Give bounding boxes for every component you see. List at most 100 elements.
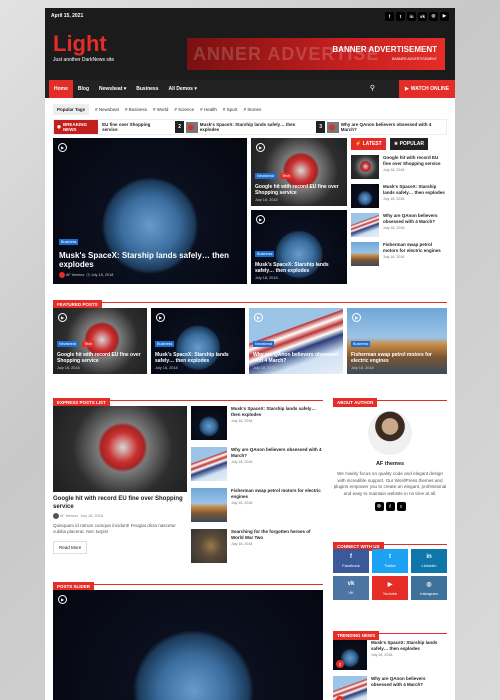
express-main-title[interactable]: Google hit with record EU fine over Shop… xyxy=(53,496,187,511)
list-item[interactable]: 2 Musk's SpaceX: Starship lands safely… … xyxy=(333,640,447,670)
youtube-box[interactable]: ▶ Youtube xyxy=(372,576,408,600)
search-icon[interactable]: ⚲ xyxy=(370,84,375,92)
post-title[interactable]: Why are QAnon believers obsessed with 4 … xyxy=(383,213,447,224)
post-thumbnail[interactable] xyxy=(191,406,227,440)
list-item[interactable]: Fisherman swap petrol motors for electri… xyxy=(351,242,447,266)
post-thumbnail[interactable] xyxy=(191,529,227,563)
post-thumbnail[interactable] xyxy=(351,242,379,266)
banner-advertisement[interactable]: ANNER ADVERTISE BANNER ADVERTISEMENT BAN… xyxy=(187,38,445,70)
tag-link[interactable]: # Science xyxy=(174,107,194,112)
mid-bottom-title[interactable]: Musk's SpaceX: Starship lands safely… th… xyxy=(255,262,343,274)
category-badge[interactable]: Business xyxy=(155,341,175,347)
ticker-number: 2 xyxy=(175,121,184,133)
hero-post[interactable]: ▶ Business Musk's SpaceX: Starship lands… xyxy=(53,138,247,284)
ticker-item[interactable]: 3 Why are QAnon believers obsessed with 4… xyxy=(316,121,432,133)
hero-title[interactable]: Musk's SpaceX: Starship lands safely… th… xyxy=(59,251,241,270)
author-photo xyxy=(368,411,412,455)
post-title[interactable]: Musk's SpaceX: Starship lands safely… th… xyxy=(371,640,447,651)
category-badge[interactable]: Newsbeat xyxy=(255,173,276,179)
post-title[interactable]: Musk's SpaceX: Starship lands safely… th… xyxy=(383,184,447,195)
featured-post[interactable]: ▶ Newsbeat Why are QAnon believers obses… xyxy=(249,308,343,374)
featured-post[interactable]: ▶ Business Musk's SpaceX: Starship lands… xyxy=(151,308,245,374)
facebook-box[interactable]: f Facebook xyxy=(333,549,369,573)
post-thumbnail[interactable] xyxy=(191,488,227,522)
featured-title[interactable]: Musk's SpaceX: Starship lands safely… th… xyxy=(155,352,241,364)
tag-link[interactable]: # Health xyxy=(200,107,217,112)
list-item[interactable]: Searching for the forgotten heroes of Wo… xyxy=(191,529,323,565)
vk-box[interactable]: vk VK xyxy=(333,576,369,600)
twitter-icon[interactable]: t xyxy=(396,501,406,511)
mid-post-top[interactable]: ▶ Newsbeat Tech Google hit with record E… xyxy=(251,138,347,206)
featured-title[interactable]: Why are QAnon believers obsessed with 4 … xyxy=(253,352,339,364)
author-avatar xyxy=(53,513,59,519)
list-item[interactable]: Why are QAnon believers obsessed with 4 … xyxy=(351,213,447,237)
featured-post[interactable]: ▶ Business Fisherman swap petrol motors … xyxy=(347,308,447,374)
express-main-image[interactable] xyxy=(53,406,187,492)
category-badge[interactable]: Newsbeat xyxy=(253,341,274,347)
nav-all-demos[interactable]: All Demos ▾ xyxy=(164,86,202,92)
featured-title[interactable]: Google hit with record EU fine over Shop… xyxy=(57,352,143,364)
linkedin-box[interactable]: in Linkedin xyxy=(411,549,447,573)
facebook-icon[interactable]: f xyxy=(385,501,395,511)
twitter-box[interactable]: t Twitter xyxy=(372,549,408,573)
category-badge[interactable]: Newsbeat xyxy=(57,341,78,347)
ticker-item[interactable]: 2 Musk's SpaceX: Starship lands safely… t… xyxy=(175,121,298,133)
linkedin-icon[interactable]: in xyxy=(407,11,416,21)
tag-link[interactable]: # Stories xyxy=(243,107,261,112)
author-name[interactable]: AF themes xyxy=(60,514,78,518)
tab-latest[interactable]: ⚡ LATEST xyxy=(351,138,386,150)
tag-link[interactable]: # World xyxy=(153,107,168,112)
read-more-button[interactable]: Read More xyxy=(53,540,88,554)
nav-blog[interactable]: Blog xyxy=(73,86,94,92)
watch-online-button[interactable]: ▶ WATCH ONLINE xyxy=(399,80,455,98)
post-date: July 18, 2018 xyxy=(383,255,405,260)
post-title[interactable]: Fisherman swap petrol motors for electri… xyxy=(383,242,447,253)
post-thumbnail[interactable]: 3 xyxy=(333,676,367,700)
post-title[interactable]: Google hit with record EU fine over Shop… xyxy=(383,155,447,166)
tag-link[interactable]: # Newsbeat xyxy=(95,107,119,112)
nav-home[interactable]: Home xyxy=(49,80,73,98)
slider-post[interactable]: ▶ xyxy=(53,590,323,700)
mid-post-bottom[interactable]: ▶ Business Musk's SpaceX: Starship lands… xyxy=(251,210,347,284)
post-title[interactable]: Why are QAnon believers obsessed with 4 … xyxy=(231,447,323,458)
facebook-icon[interactable]: f xyxy=(385,11,394,21)
category-badge[interactable]: Business xyxy=(59,238,79,245)
instagram-icon[interactable]: ◎ xyxy=(374,501,384,511)
post-title[interactable]: Searching for the forgotten heroes of Wo… xyxy=(231,529,323,540)
tag-link[interactable]: # Sport xyxy=(223,107,238,112)
category-badge[interactable]: Tech xyxy=(280,173,293,179)
post-thumbnail[interactable] xyxy=(351,213,379,237)
instagram-box[interactable]: ◎ Instagram xyxy=(411,576,447,600)
post-title[interactable]: Fisherman swap petrol motors for electri… xyxy=(231,488,323,499)
post-thumbnail[interactable] xyxy=(191,447,227,481)
featured-title[interactable]: Fisherman swap petrol motors for electri… xyxy=(351,352,443,364)
ticker-item[interactable]: EU fine over Shopping service xyxy=(102,122,157,132)
nav-business[interactable]: Business xyxy=(131,86,163,92)
list-item[interactable]: Fisherman swap petrol motors for electri… xyxy=(191,488,323,524)
author-name[interactable]: AF themes xyxy=(66,273,84,277)
post-thumbnail[interactable] xyxy=(351,184,379,208)
twitter-icon[interactable]: t xyxy=(396,11,405,21)
vk-icon[interactable]: vk xyxy=(418,11,427,21)
post-thumbnail[interactable] xyxy=(351,155,379,179)
list-item[interactable]: Musk's SpaceX: Starship lands safely… th… xyxy=(351,184,447,208)
tag-link[interactable]: # Business xyxy=(125,107,147,112)
post-thumbnail[interactable]: 2 xyxy=(333,640,367,670)
instagram-icon[interactable]: ◎ xyxy=(429,11,438,21)
category-badge[interactable]: Tech xyxy=(82,341,95,347)
tab-popular[interactable]: ★ POPULAR xyxy=(389,138,429,150)
social-label: VK xyxy=(348,590,354,595)
twitter-icon: t xyxy=(389,554,391,560)
post-title[interactable]: Musk's SpaceX: Starship lands safely… th… xyxy=(231,406,323,417)
post-title[interactable]: Why are QAnon believers obsessed with 4 … xyxy=(371,676,447,687)
category-badge[interactable]: Business xyxy=(351,341,371,347)
youtube-icon[interactable]: ▶ xyxy=(440,11,449,21)
nav-newsbeat[interactable]: Newsbeat ▾ xyxy=(94,86,131,92)
list-item[interactable]: Why are QAnon believers obsessed with 4 … xyxy=(191,447,323,483)
list-item[interactable]: Google hit with record EU fine over Shop… xyxy=(351,155,447,179)
category-badge[interactable]: Business xyxy=(255,251,275,257)
featured-post[interactable]: ▶ Newsbeat Tech Google hit with record E… xyxy=(53,308,147,374)
list-item[interactable]: 3 Why are QAnon believers obsessed with … xyxy=(333,676,447,700)
mid-top-title[interactable]: Google hit with record EU fine over Shop… xyxy=(255,184,343,196)
list-item[interactable]: Musk's SpaceX: Starship lands safely… th… xyxy=(191,406,323,442)
